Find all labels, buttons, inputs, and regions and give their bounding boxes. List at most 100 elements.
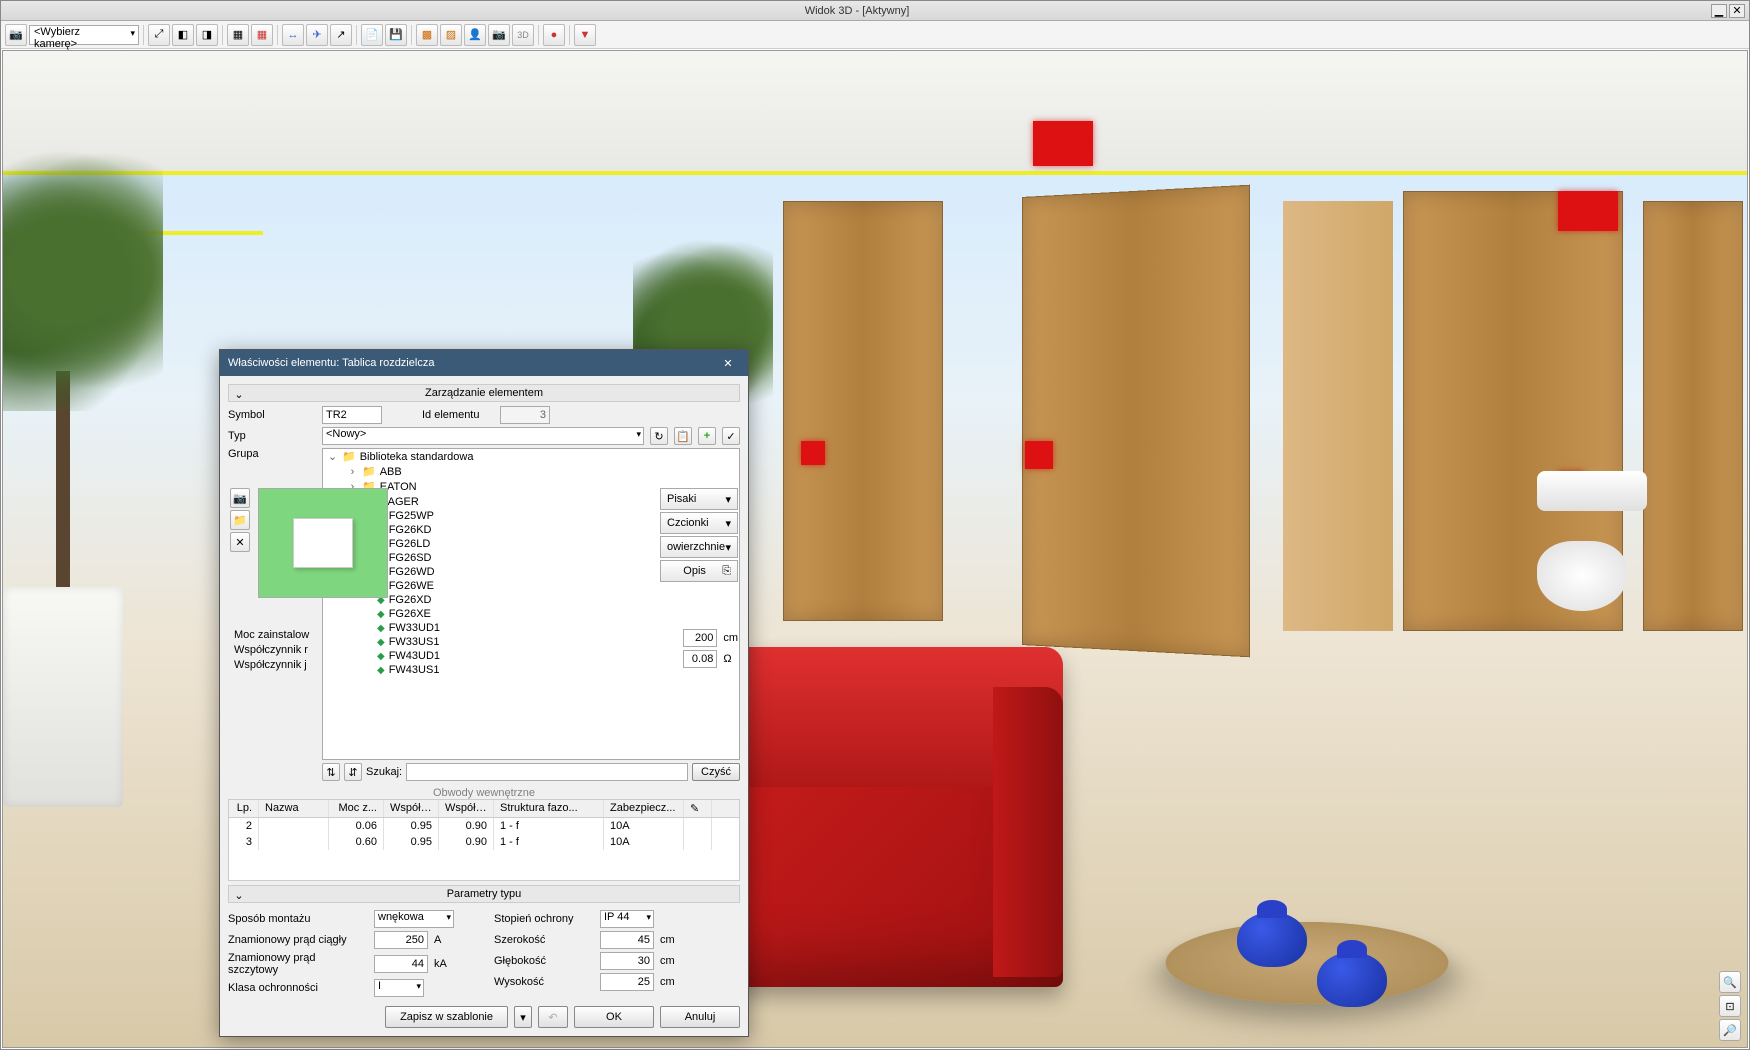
wsp-r-label: Współczynnik r	[234, 644, 344, 656]
zoom-in-button[interactable]: 🔍	[1719, 971, 1741, 993]
fire-alarm	[1558, 191, 1618, 231]
type-add-button[interactable]: +	[698, 427, 716, 445]
table-row[interactable]: 2 0.06 0.95 0.90 1 - f 10A	[229, 818, 739, 834]
col-struktura[interactable]: Struktura fazo...	[494, 800, 604, 817]
search-input[interactable]	[406, 763, 688, 781]
cancel-button[interactable]: Anuluj	[660, 1006, 740, 1028]
separator	[277, 25, 278, 45]
tb-btn-5[interactable]: ▦	[251, 24, 273, 46]
camera-select[interactable]: <Wybierz kamerę>	[29, 25, 139, 45]
type-refresh-button[interactable]: ↻	[650, 427, 668, 445]
save-template-dropdown[interactable]: ▾	[514, 1006, 532, 1028]
stopien-combo[interactable]: IP 44	[600, 910, 654, 928]
stopien-label: Stopień ochrony	[494, 913, 594, 925]
tree-item-label: FG25WP	[389, 510, 434, 522]
tb-btn-8[interactable]: ↗	[330, 24, 352, 46]
pisaki-button[interactable]: Pisaki▾	[660, 488, 738, 510]
zoom-fit-button[interactable]: ⊡	[1719, 995, 1741, 1017]
section-params-header[interactable]: ⌄ Parametry typu	[228, 885, 740, 903]
dialog-titlebar[interactable]: Właściwości elementu: Tablica rozdzielcz…	[220, 350, 748, 376]
col-lp[interactable]: Lp.	[229, 800, 259, 817]
sposob-combo[interactable]: wnękowa	[374, 910, 454, 928]
col-wsp2[interactable]: Współc...	[439, 800, 494, 817]
side-folder-icon[interactable]: 📁	[230, 510, 250, 530]
fire-alarm	[1033, 121, 1093, 166]
tree-filter-button-2[interactable]: ⇵	[344, 763, 362, 781]
prad-s-input[interactable]	[374, 955, 428, 973]
tree-item[interactable]: ◆FW43UD1	[323, 649, 739, 663]
tb-camera-icon[interactable]: 📷	[5, 24, 27, 46]
wys-input[interactable]	[600, 973, 654, 991]
tb-btn-9[interactable]: 📄	[361, 24, 383, 46]
tb-btn-12[interactable]: ▨	[440, 24, 462, 46]
section-manage-header[interactable]: ⌄ Zarządzanie elementem	[228, 384, 740, 402]
close-button[interactable]: ✕	[1729, 4, 1745, 18]
tree-item-label: FG26SD	[389, 552, 432, 564]
ok-button[interactable]: OK	[574, 1006, 654, 1028]
dialog-close-button[interactable]: ✕	[716, 353, 740, 373]
tree-folder-abb[interactable]: ›📁ABB	[323, 464, 739, 479]
door	[1022, 185, 1250, 658]
dropdown-icon: ▾	[725, 541, 731, 554]
tree-item[interactable]: ◆FW33US1	[323, 635, 739, 649]
col-wsp1[interactable]: Współc...	[384, 800, 439, 817]
col-moc[interactable]: Moc z...	[329, 800, 384, 817]
side-delete-icon[interactable]: ✕	[230, 532, 250, 552]
tree-item[interactable]: ◆FG26XE	[323, 607, 739, 621]
tree-filter-button-1[interactable]: ⇅	[322, 763, 340, 781]
side-camera-icon[interactable]: 📷	[230, 488, 250, 508]
collapse-icon[interactable]: ⌄	[233, 388, 245, 401]
wsp-j-label: Współczynnik j	[234, 659, 344, 671]
gleb-input[interactable]	[600, 952, 654, 970]
czcionki-button[interactable]: Czcionki▾	[660, 512, 738, 534]
tree-item-label: FW33US1	[389, 636, 440, 648]
powierzchnie-button[interactable]: owierzchnie▾	[660, 536, 738, 558]
section-params-label: Parametry typu	[447, 888, 522, 900]
tb-btn-1[interactable]: ⤢	[148, 24, 170, 46]
zoom-out-button[interactable]: 🔎	[1719, 1019, 1741, 1041]
col-edit[interactable]: ✎	[684, 800, 712, 817]
type-edit-button[interactable]: 📋	[674, 427, 692, 445]
tb-btn-14[interactable]: 📷	[488, 24, 510, 46]
type-combo[interactable]: <Nowy>	[322, 427, 644, 445]
tb-btn-16[interactable]: ●	[543, 24, 565, 46]
unit: cm	[660, 955, 675, 967]
prad-c-input[interactable]	[374, 931, 428, 949]
minimize-button[interactable]: ▁	[1711, 4, 1727, 18]
dialog-title: Właściwości elementu: Tablica rozdzielcz…	[228, 357, 716, 369]
ohm-input[interactable]	[683, 650, 717, 668]
tb-btn-11[interactable]: ▩	[416, 24, 438, 46]
separator	[222, 25, 223, 45]
tb-btn-4[interactable]: ▦	[227, 24, 249, 46]
tb-btn-13[interactable]: 👤	[464, 24, 486, 46]
prad-s-label: Znamionowy prąd szczytowy	[228, 952, 368, 976]
tb-btn-7[interactable]: ✈	[306, 24, 328, 46]
szer-input[interactable]	[600, 931, 654, 949]
tb-btn-6[interactable]: ↔	[282, 24, 304, 46]
tb-btn-10[interactable]: 💾	[385, 24, 407, 46]
clear-search-button[interactable]: Czyść	[692, 763, 740, 781]
type-check-button[interactable]: ✓	[722, 427, 740, 445]
col-nazwa[interactable]: Nazwa	[259, 800, 329, 817]
col-zabezp[interactable]: Zabezpiecz...	[604, 800, 684, 817]
tree-item[interactable]: ◆FW33UD1	[323, 621, 739, 635]
save-template-button[interactable]: Zapisz w szablonie	[385, 1006, 508, 1028]
tree-item[interactable]: ◆FW43US1	[323, 663, 739, 677]
door	[1643, 201, 1743, 631]
tb-btn-17[interactable]: ▼	[574, 24, 596, 46]
collapse-icon[interactable]: ⌄	[233, 889, 245, 902]
klasa-combo[interactable]: I	[374, 979, 424, 997]
tree-root[interactable]: ⌄📁Biblioteka standardowa	[323, 449, 739, 464]
tb-btn-3[interactable]: ◨	[196, 24, 218, 46]
symbol-input[interactable]	[322, 406, 382, 424]
undo-button[interactable]: ↶	[538, 1006, 568, 1028]
tb-btn-2[interactable]: ◧	[172, 24, 194, 46]
opis-button[interactable]: Opis⎘	[660, 560, 738, 582]
unit: kA	[434, 958, 447, 970]
height-input[interactable]	[683, 629, 717, 647]
unit-cm: cm	[723, 632, 738, 644]
circuits-label-partial: Obwody wewnętrzne	[228, 787, 740, 799]
table-row[interactable]: 3 0.60 0.95 0.90 1 - f 10A	[229, 834, 739, 850]
tb-btn-15[interactable]: 3D	[512, 24, 534, 46]
tree-root-label: Biblioteka standardowa	[360, 451, 474, 463]
